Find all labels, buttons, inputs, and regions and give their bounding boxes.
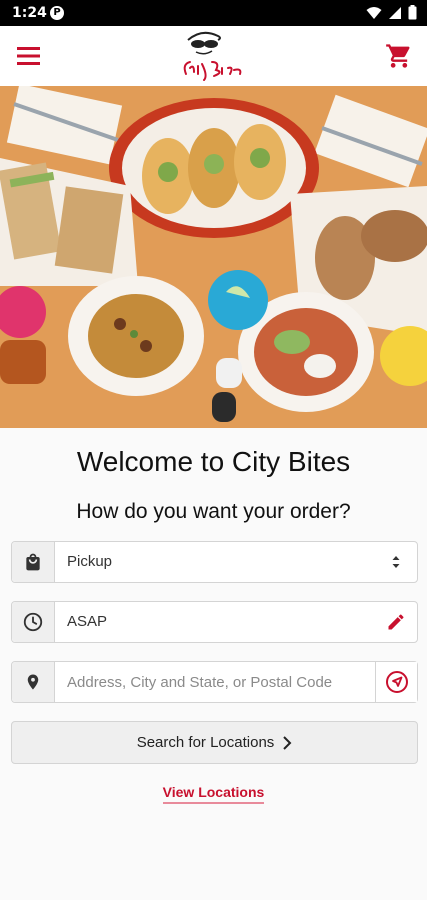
order-type-trail [375,542,417,582]
order-time-field[interactable]: ASAP [11,601,418,643]
order-type-select[interactable]: Pickup [11,541,418,583]
order-question: How do you want your order? [76,500,351,523]
address-lead [12,662,55,702]
food-platter-illustration [0,86,427,428]
location-pin-icon [27,674,39,690]
battery-icon [408,5,417,20]
clock-icon [23,612,43,632]
order-type-value: Pickup [67,553,113,570]
app-bar [0,26,427,86]
order-time-value: ASAP [67,613,108,630]
status-bar: 1:24 P [0,0,427,26]
select-arrows-icon [392,556,400,568]
navigation-arrow-icon [385,671,408,693]
city-bites-logo-icon [183,31,242,81]
wifi-icon [366,6,382,19]
welcome-heading: Welcome to City Bites [76,446,351,477]
search-locations-label: Search for Locations [136,734,275,751]
shopping-bag-icon [26,553,40,571]
cart-button[interactable] [385,42,413,70]
brand-logo [178,28,250,84]
address-field[interactable] [11,661,418,703]
status-icons [366,5,417,20]
notification-icon: P [50,6,64,20]
shopping-cart-icon [386,44,410,68]
status-time: 1:24 [12,5,47,21]
menu-button[interactable] [14,42,44,70]
view-locations-link[interactable]: View Locations [162,784,265,804]
signal-icon [389,6,401,19]
search-locations-button[interactable]: Search for Locations [11,721,418,764]
order-setup-panel: Welcome to City Bites How do you want yo… [0,428,427,900]
view-locations-container: View Locations [0,784,427,804]
pencil-icon [388,614,404,630]
hero-food-image [0,86,427,428]
hamburger-menu-icon [17,47,40,65]
edit-time-button[interactable] [375,602,417,642]
use-my-location-button[interactable] [375,662,417,702]
chevron-right-icon [283,735,292,750]
order-type-lead [12,542,55,582]
address-input[interactable] [55,662,375,702]
order-time-lead [12,602,55,642]
